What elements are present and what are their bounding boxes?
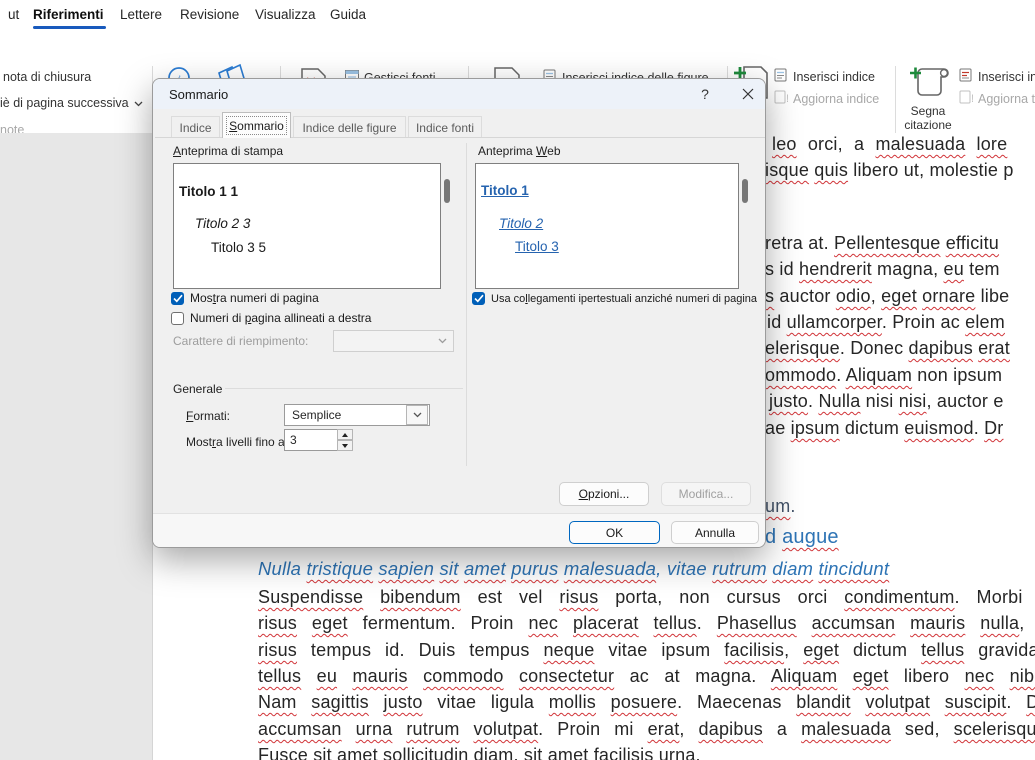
modify-button[interactable]: Modifica... [661, 482, 751, 506]
checkbox-unchecked-icon [171, 312, 184, 325]
insert-citations-index-button[interactable]: Inserisci in [959, 68, 1035, 85]
web-preview-box: Titolo 1 Titolo 2 Titolo 3 [475, 163, 739, 289]
chevron-down-icon [406, 405, 428, 425]
doc-line: accumsan urna rutrum volutpat. Proin mi … [258, 717, 1035, 741]
tab-revisione[interactable]: Revisione [180, 7, 239, 22]
cancel-button[interactable]: Annulla [671, 521, 759, 544]
print-preview-box: Titolo 1 1 Titolo 2 3 Titolo 3 5 [173, 163, 441, 289]
tab-indice-fonti[interactable]: Indice fonti [408, 116, 482, 137]
show-levels-value[interactable]: 3 [284, 429, 338, 451]
show-levels-label: Mostra livelli fino a: [186, 435, 288, 449]
column-divider [466, 143, 467, 466]
print-preview-label: Anteprima di stampa [173, 144, 283, 158]
tab-sommario[interactable]: Sommario [222, 112, 291, 138]
chevron-down-icon [432, 332, 452, 350]
web-preview-scrollbar[interactable] [742, 179, 748, 203]
word-window: ut Riferimenti Lettere Revisione Visuali… [0, 0, 1035, 760]
tab-riferimenti[interactable]: Riferimenti [33, 7, 104, 22]
doc-line: Fusce sit amet sollicitudin diam, sit am… [258, 743, 701, 760]
web-preview-item: Titolo 2 [499, 216, 543, 231]
doc-line: justo. Nulla nisi nisi, auctor e [769, 389, 1004, 413]
dialog-titlebar[interactable] [153, 79, 765, 109]
mark-citation-button[interactable]: Segna citazione [901, 104, 955, 132]
chevron-down-icon [134, 96, 143, 110]
doc-line: s id hendrerit magna, eu tem [765, 257, 1000, 281]
close-button[interactable] [735, 85, 761, 105]
close-icon [742, 88, 754, 103]
svg-text:!: ! [971, 93, 973, 104]
doc-line: isque quis libero ut, molestie p [765, 158, 1014, 182]
svg-text:!: ! [786, 93, 788, 104]
tab-visualizza[interactable]: Visualizza [255, 7, 316, 22]
show-page-numbers-checkbox[interactable]: Mostra numeri di pagina [171, 291, 319, 305]
doc-line: um. [765, 494, 796, 518]
doc-line: elerisque. Donec dapibus erat [765, 336, 1010, 360]
print-preview-item: Titolo 1 1 [179, 184, 238, 199]
mark-citation-icon[interactable] [908, 63, 954, 108]
right-align-numbers-checkbox[interactable]: Numeri di pagina allineati a destra [171, 311, 371, 325]
doc-heading1-fragment: d augue [765, 525, 839, 549]
fill-character-select[interactable] [333, 330, 454, 352]
help-button[interactable]: ? [695, 86, 715, 102]
doc-line: s auctor odio, eget ornare libe [765, 284, 1009, 308]
tab-guida[interactable]: Guida [330, 7, 366, 22]
web-preview-item: Titolo 3 [515, 239, 559, 254]
insert-endnote-button[interactable]: nota di chiusura [3, 70, 91, 84]
update-citations-button[interactable]: ! Aggiorna t [959, 90, 1035, 107]
triangle-down-icon [342, 444, 348, 448]
next-footnote-button[interactable]: iè di pagina successiva [0, 96, 143, 110]
print-preview-item: Titolo 3 5 [211, 240, 266, 255]
insert-index-icon [774, 68, 788, 85]
ribbon-tab-bar: ut Riferimenti Lettere Revisione Visuali… [0, 0, 1035, 30]
formats-label: Formati: [186, 409, 230, 423]
doc-line: id ullamcorper. Proin ac elem [767, 310, 1005, 334]
sommario-dialog: Sommario ? Indice Sommario Indice delle … [152, 78, 766, 548]
update-index-button[interactable]: ! Aggiorna indice [774, 90, 879, 107]
web-preview-label: Anteprima Web [478, 144, 561, 158]
formats-select[interactable]: Semplice [284, 404, 430, 426]
doc-line: tellus eu mauris commodo consectetur ac … [258, 664, 1035, 688]
show-levels-stepper: 3 [284, 429, 353, 451]
doc-line: ommodo. Aliquam non ipsum [765, 363, 1002, 387]
doc-line: Suspendisse bibendum est vel risus porta… [258, 585, 1035, 609]
doc-line: ae ipsum dictum euismod. Dr [765, 416, 1004, 440]
doc-line: leo orci, a malesuada lore [772, 132, 1007, 156]
checkbox-checked-icon [171, 292, 184, 305]
update-index-icon: ! [774, 90, 788, 107]
triangle-up-icon [342, 433, 348, 437]
doc-line: retra at. Pellentesque efficitu [765, 231, 999, 255]
active-tab-underline [33, 26, 106, 29]
fill-character-label: Carattere di riempimento: [173, 334, 308, 348]
stepper-up-button[interactable] [337, 429, 353, 440]
web-preview-item: Titolo 1 [481, 183, 529, 198]
print-preview-item: Titolo 2 3 [195, 216, 250, 231]
citations-index-icon [959, 68, 973, 85]
general-group-line [225, 388, 463, 389]
doc-line: Nam sagittis justo vitae ligula mollis p… [258, 690, 1035, 714]
general-group-label: Generale [173, 382, 222, 396]
checkbox-checked-icon [472, 292, 485, 305]
insert-index-button[interactable]: Inserisci indice [774, 68, 875, 85]
doc-line: risus tempus id. Duis tempus neque vitae… [258, 638, 1035, 662]
tab-lettere[interactable]: Lettere [120, 7, 162, 22]
tab-indice[interactable]: Indice [171, 116, 220, 137]
tab-indice-figure[interactable]: Indice delle figure [293, 116, 406, 137]
update-citations-icon: ! [959, 90, 973, 107]
dialog-title: Sommario [169, 87, 228, 102]
options-button[interactable]: Opzioni... [559, 482, 649, 506]
print-preview-scrollbar[interactable] [444, 179, 450, 203]
ok-button[interactable]: OK [569, 521, 660, 544]
doc-heading2: Nulla tristique sapien sit amet purus ma… [258, 557, 889, 581]
stepper-down-button[interactable] [337, 440, 353, 451]
tab-layout-partial[interactable]: ut [8, 7, 19, 22]
doc-line: risus eget fermentum. Proin nec placerat… [258, 611, 1035, 635]
use-hyperlinks-checkbox[interactable]: Usa collegamenti ipertestuali anziché nu… [472, 291, 757, 305]
